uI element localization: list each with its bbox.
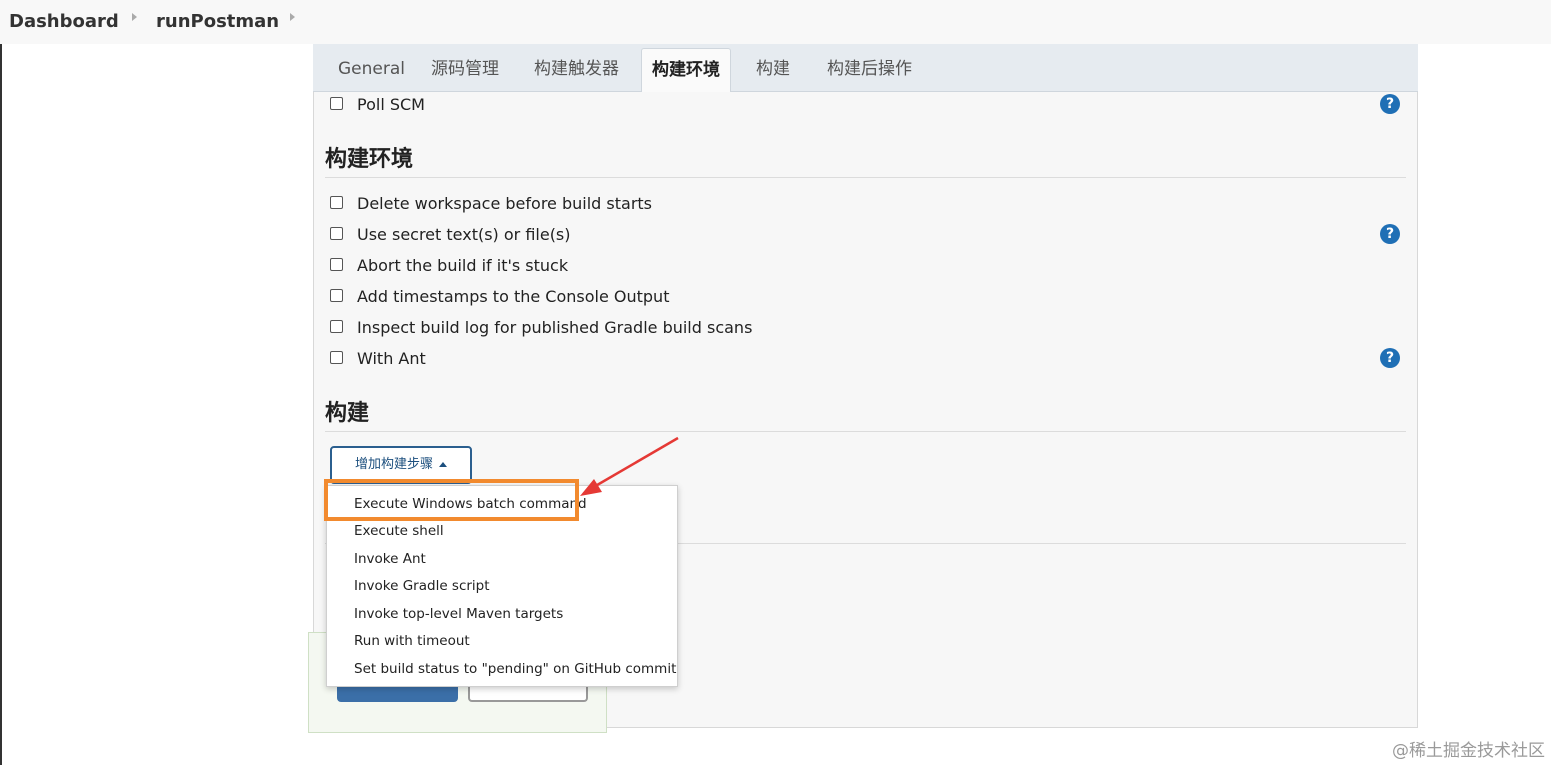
- window-edge: [0, 0, 2, 765]
- option-label: Use secret text(s) or file(s): [357, 225, 571, 244]
- option-label: With Ant: [357, 349, 426, 368]
- add-build-step-label: 增加构建步骤: [354, 457, 433, 472]
- abort-stuck-checkbox[interactable]: [330, 258, 343, 271]
- option-label: Abort the build if it's stuck: [357, 256, 569, 275]
- with-ant-checkbox[interactable]: [330, 351, 343, 364]
- config-tabs: General 源码管理 构建触发器 构建 构建后操作: [313, 44, 1418, 92]
- delete-workspace-checkbox[interactable]: [330, 196, 343, 209]
- breadcrumb-job[interactable]: runPostman: [156, 11, 279, 33]
- highlight-box: [324, 479, 579, 521]
- tab-build[interactable]: 构建: [756, 58, 790, 80]
- section-divider: [325, 431, 1406, 432]
- breadcrumb-separator-icon: [290, 13, 295, 21]
- menu-item-invoke-gradle[interactable]: Invoke Gradle script: [354, 577, 490, 595]
- timestamps-checkbox[interactable]: [330, 289, 343, 302]
- help-icon[interactable]: ?: [1380, 94, 1400, 114]
- poll-scm-label: Poll SCM: [357, 95, 425, 114]
- annotation-arrow-icon: [580, 436, 679, 496]
- breadcrumb: Dashboard runPostman: [0, 0, 1551, 44]
- breadcrumb-separator-icon: [132, 13, 137, 21]
- tab-post-build[interactable]: 构建后操作: [827, 58, 912, 80]
- option-label: Inspect build log for published Gradle b…: [357, 318, 753, 337]
- tab-general[interactable]: General: [338, 58, 405, 80]
- help-icon[interactable]: ?: [1380, 348, 1400, 368]
- tab-build-triggers[interactable]: 构建触发器: [534, 58, 619, 80]
- section-title-build: 构建: [325, 401, 370, 426]
- menu-item-invoke-maven[interactable]: Invoke top-level Maven targets: [354, 605, 563, 623]
- secret-text-checkbox[interactable]: [330, 227, 343, 240]
- section-divider: [325, 177, 1406, 178]
- section-title-build-env: 构建环境: [325, 147, 414, 172]
- gradle-scans-checkbox[interactable]: [330, 320, 343, 333]
- poll-scm-checkbox[interactable]: [330, 97, 343, 110]
- caret-up-icon: [439, 462, 447, 467]
- breadcrumb-dashboard[interactable]: Dashboard: [9, 11, 119, 33]
- menu-item-run-with-timeout[interactable]: Run with timeout: [354, 632, 470, 650]
- option-label: Add timestamps to the Console Output: [357, 287, 670, 306]
- tab-build-environment[interactable]: 构建环境: [641, 48, 731, 92]
- option-label: Delete workspace before build starts: [357, 194, 653, 213]
- menu-item-invoke-ant[interactable]: Invoke Ant: [354, 550, 426, 568]
- tab-source-control[interactable]: 源码管理: [431, 58, 499, 80]
- menu-item-github-pending[interactable]: Set build status to "pending" on GitHub …: [354, 660, 676, 678]
- menu-item-execute-shell[interactable]: Execute shell: [354, 522, 444, 540]
- help-icon[interactable]: ?: [1380, 224, 1400, 244]
- watermark: @稀土掘金技术社区: [1392, 741, 1545, 761]
